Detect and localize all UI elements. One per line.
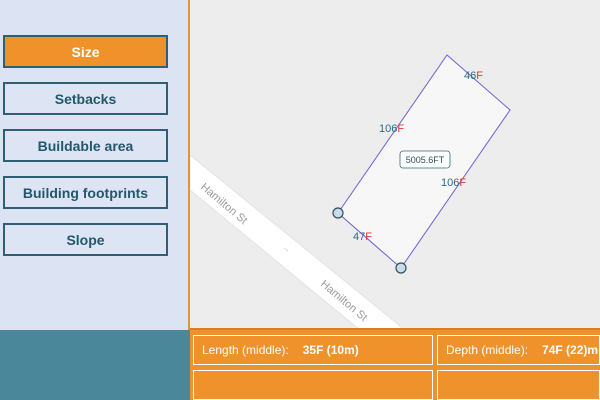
length-info-box: Length (middle): 35F (10m) — [193, 335, 433, 365]
length-label: Length (middle): — [202, 343, 289, 357]
vertex-handle[interactable] — [395, 262, 407, 274]
area-label: 5005.6FT — [406, 155, 445, 165]
depth-info-box: Depth (middle): 74F (22)m — [437, 335, 600, 365]
bottom-left-panel — [0, 330, 190, 400]
info-panel: Length (middle): 35F (10m) Depth (middle… — [190, 328, 600, 400]
map-canvas[interactable]: Hamilton St Hamilton St → 5005.6FT 46F 1… — [190, 0, 600, 330]
building-footprints-button[interactable]: Building footprints — [3, 176, 168, 209]
empty-info-box — [437, 370, 600, 400]
dimension-label-top: 46F — [464, 70, 483, 82]
length-value: 35F (10m) — [302, 343, 359, 357]
depth-value: 74F (22)m — [542, 343, 599, 357]
depth-label: Depth (middle): — [446, 343, 529, 357]
setbacks-button[interactable]: Setbacks — [3, 82, 168, 115]
dimension-label-left: 106F — [379, 123, 404, 135]
slope-button[interactable]: Slope — [3, 223, 168, 256]
buildable-area-button[interactable]: Buildable area — [3, 129, 168, 162]
sidebar: Size Setbacks Buildable area Building fo… — [0, 0, 190, 330]
map-view[interactable]: Hamilton St Hamilton St → 5005.6FT 46F 1… — [190, 0, 600, 330]
size-button[interactable]: Size — [3, 35, 168, 68]
dimension-label-right: 106F — [441, 177, 466, 189]
vertex-handle[interactable] — [332, 207, 344, 219]
dimension-label-bottom: 47F — [353, 231, 372, 243]
empty-info-box — [193, 370, 433, 400]
